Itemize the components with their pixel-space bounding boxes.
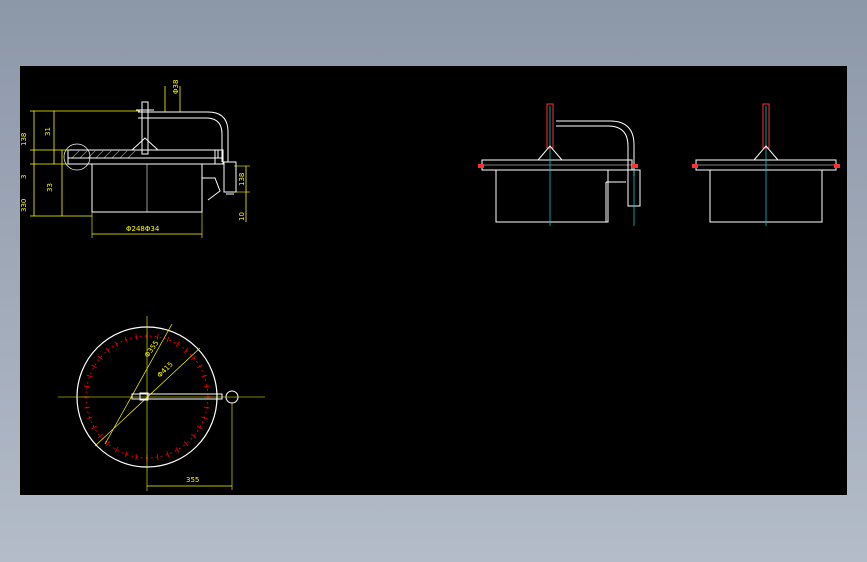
cad-viewport: 138 31 3 33 330 Φ38 Φ248Φ34 138 10 Φ355 …	[0, 0, 867, 562]
side-view-a	[478, 103, 641, 226]
sva-clip-left	[478, 164, 484, 168]
svb-clip-right	[834, 164, 840, 168]
plan-tick	[197, 364, 203, 369]
side-view-b	[692, 103, 840, 226]
dim-right-0: 138	[238, 173, 246, 186]
plan-tick	[156, 333, 159, 340]
dim-right-1: 10	[238, 212, 246, 221]
plan-tick	[166, 336, 170, 343]
plan-tick	[197, 425, 203, 430]
plan-tick	[135, 333, 138, 340]
svb-clip-left	[692, 164, 698, 168]
plan-view: Φ355 Φ415 355	[58, 316, 265, 491]
plan-tick	[204, 385, 211, 388]
handle-pipe-inner	[138, 117, 223, 162]
dim-left-2: 3	[20, 175, 28, 179]
plan-tick	[135, 454, 138, 461]
body-taper	[202, 177, 221, 201]
flange-ring	[67, 157, 224, 165]
plan-tick	[83, 406, 90, 409]
plan-tick	[175, 341, 180, 347]
plan-tick	[156, 454, 159, 461]
plan-tick	[191, 355, 197, 361]
cover-hatch	[71, 149, 137, 159]
drawing-svg: 138 31 3 33 330 Φ38 Φ248Φ34 138 10 Φ355 …	[20, 80, 840, 491]
plan-tick	[114, 447, 119, 453]
drawing-canvas[interactable]: 138 31 3 33 330 Φ38 Φ248Φ34 138 10 Φ355 …	[20, 66, 847, 495]
bolt-icon	[131, 137, 159, 151]
plan-tick	[83, 385, 90, 388]
plan-handle-bar	[131, 393, 223, 400]
dim-d2: Φ415	[156, 360, 175, 379]
plan-dim-bottom: 355	[186, 476, 199, 484]
plan-tick	[114, 341, 119, 347]
plan-tick	[204, 406, 211, 409]
dim-left-4: 330	[20, 199, 28, 212]
plan-tick	[91, 425, 97, 430]
dim-pipe: Φ38	[172, 80, 180, 94]
dim-left-0: 138	[20, 133, 28, 146]
hinge-block	[223, 161, 237, 193]
plan-tick	[175, 447, 180, 453]
sva-body	[495, 169, 609, 223]
dim-bottom: Φ248Φ34	[126, 225, 160, 233]
sva-clip-right	[632, 164, 638, 168]
sva-pipe	[556, 120, 635, 176]
plan-tick	[91, 364, 97, 369]
sva-pipe-inner	[556, 125, 629, 176]
dim-left-3: 33	[46, 183, 54, 192]
front-section-view: 138 31 3 33 330 Φ38 Φ248Φ34 138 10	[20, 80, 250, 238]
dim-left-1: 31	[44, 127, 52, 136]
